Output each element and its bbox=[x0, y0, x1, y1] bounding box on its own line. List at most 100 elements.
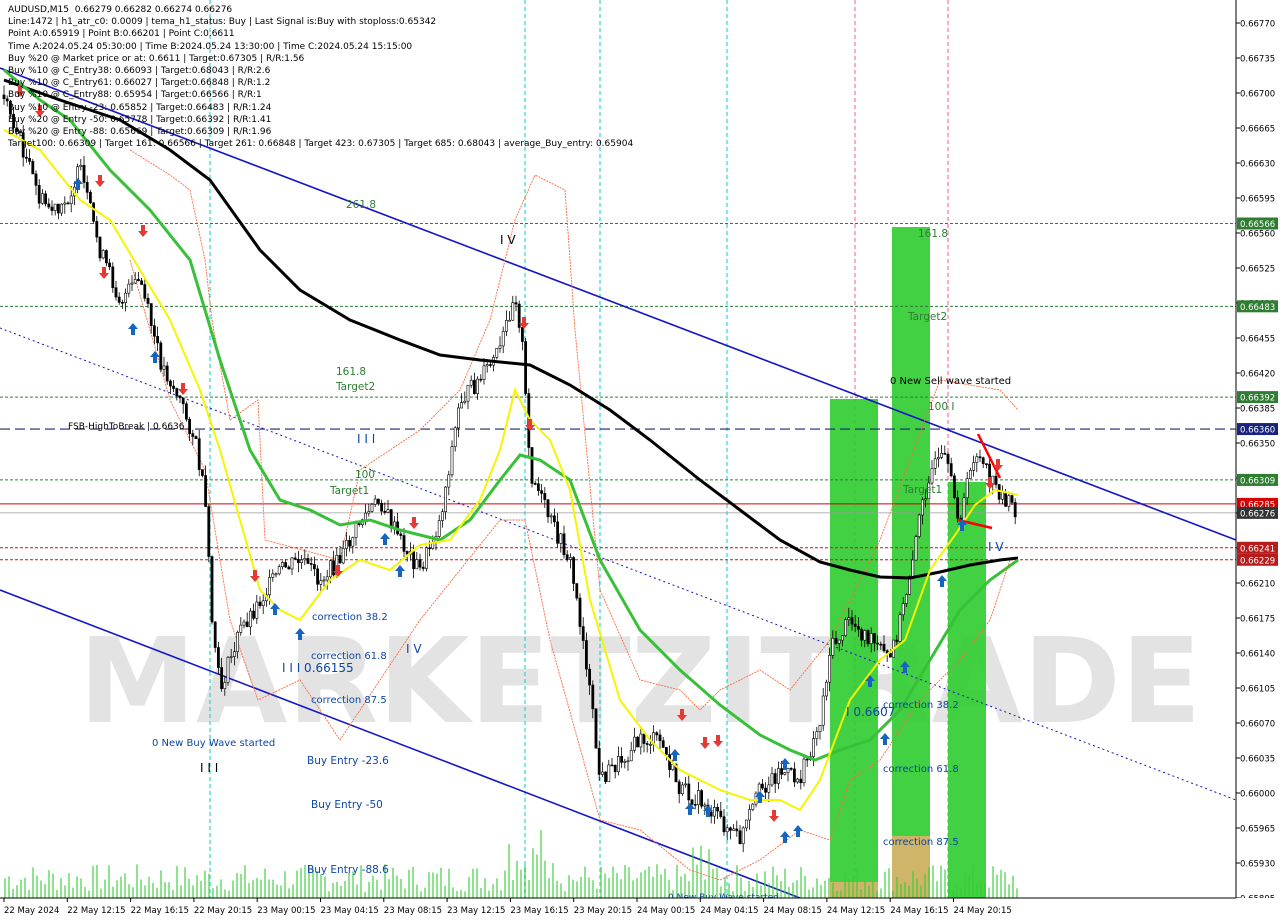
candle-body bbox=[610, 764, 614, 767]
candle-body bbox=[760, 783, 764, 789]
candle-body bbox=[485, 364, 489, 367]
candle-body bbox=[85, 182, 89, 193]
candle-body bbox=[575, 583, 579, 599]
candle-body bbox=[124, 292, 128, 303]
candle-body bbox=[764, 787, 768, 793]
candle-body bbox=[1000, 491, 1004, 500]
candle-body bbox=[220, 667, 224, 689]
volume-bar bbox=[228, 890, 230, 898]
candle-body bbox=[860, 629, 864, 641]
volume-bar bbox=[244, 865, 246, 898]
candle-body bbox=[185, 403, 188, 420]
candle-body bbox=[95, 220, 99, 238]
volume-bar bbox=[884, 871, 886, 898]
candle-body bbox=[690, 799, 694, 805]
info-line: AUDUSD,M15 0.66279 0.66282 0.66274 0.662… bbox=[8, 5, 233, 15]
volume-bar bbox=[512, 879, 514, 898]
volume-bar bbox=[348, 872, 350, 898]
candle-body bbox=[946, 453, 950, 464]
chart-label: Buy Entry -88.6 bbox=[307, 864, 389, 876]
candle-body bbox=[546, 499, 550, 518]
volume-bar bbox=[4, 878, 6, 898]
candle-body bbox=[287, 566, 291, 570]
signal-zone bbox=[892, 227, 930, 898]
volume-bar bbox=[136, 864, 138, 898]
candle-body bbox=[249, 610, 252, 628]
volume-bar bbox=[192, 885, 194, 898]
candle-body bbox=[421, 566, 425, 569]
candle-body bbox=[623, 761, 627, 763]
volume-bar bbox=[664, 868, 666, 898]
candle-body bbox=[642, 733, 646, 744]
volume-bar bbox=[460, 889, 462, 898]
candle-body bbox=[242, 621, 246, 626]
volume-bar bbox=[876, 891, 878, 898]
candle-body bbox=[226, 656, 230, 683]
candle-body bbox=[607, 764, 611, 783]
candle-body bbox=[210, 556, 214, 623]
x-tick-label: 24 May 04:15 bbox=[700, 906, 758, 916]
volume-bar bbox=[1012, 875, 1014, 898]
volume-bar bbox=[624, 864, 626, 898]
candle-body bbox=[1004, 491, 1008, 507]
volume-bar bbox=[164, 882, 166, 898]
candle-body bbox=[277, 566, 281, 575]
volume-bar bbox=[464, 891, 466, 898]
volume-bar bbox=[656, 864, 658, 898]
volume-bar bbox=[932, 865, 934, 898]
candle-body bbox=[456, 407, 460, 429]
candle-body bbox=[40, 193, 44, 204]
candle-body bbox=[677, 781, 681, 795]
volume-bar bbox=[424, 887, 426, 898]
volume-bar bbox=[700, 845, 702, 898]
x-tick-label: 22 May 20:15 bbox=[194, 906, 252, 916]
volume-bar bbox=[412, 866, 414, 898]
candle-body bbox=[776, 768, 780, 784]
volume-bar bbox=[160, 870, 162, 898]
volume-bar bbox=[280, 885, 282, 898]
candle-body bbox=[901, 603, 905, 616]
x-tick-label: 24 May 16:15 bbox=[890, 906, 948, 916]
volume-bar bbox=[516, 860, 518, 898]
candle-body bbox=[876, 642, 880, 645]
candle-body bbox=[956, 497, 960, 519]
volume-bar bbox=[616, 873, 618, 898]
candle-body bbox=[239, 624, 243, 633]
candle-body bbox=[636, 736, 640, 748]
candle-body bbox=[69, 195, 73, 205]
volume-bar bbox=[520, 869, 522, 898]
volume-bar bbox=[660, 874, 662, 898]
info-line: Buy %10 @ C_Entry61: 0.66027 | Target:0.… bbox=[8, 78, 271, 89]
volume-bar bbox=[52, 873, 54, 898]
y-tick-label: 0.66525 bbox=[1240, 265, 1275, 275]
candle-body bbox=[165, 365, 169, 382]
volume-bar bbox=[880, 888, 882, 898]
candle-body bbox=[476, 378, 480, 395]
candle-body bbox=[79, 165, 83, 168]
candle-body bbox=[223, 682, 227, 689]
candle-body bbox=[933, 458, 937, 469]
volume-bar bbox=[440, 867, 442, 898]
volume-bar bbox=[484, 878, 486, 898]
volume-bar bbox=[428, 872, 430, 898]
candle-body bbox=[834, 638, 838, 644]
candle-body bbox=[572, 557, 576, 584]
volume-bar bbox=[796, 880, 798, 898]
volume-bar bbox=[76, 876, 78, 898]
candle-body bbox=[629, 749, 633, 762]
candle-body bbox=[565, 554, 569, 560]
x-tick-label: 24 May 00:15 bbox=[637, 906, 695, 916]
volume-bar bbox=[536, 854, 538, 898]
candle-body bbox=[815, 731, 819, 739]
candle-body bbox=[508, 319, 512, 322]
candle-body bbox=[444, 486, 448, 513]
candle-body bbox=[504, 320, 508, 332]
volume-bar bbox=[780, 880, 782, 898]
candle-body bbox=[181, 397, 185, 405]
volume-bar bbox=[420, 891, 422, 898]
candle-body bbox=[709, 811, 713, 817]
volume-bar bbox=[972, 864, 974, 898]
price-tag-label: 0.66241 bbox=[1240, 544, 1275, 554]
candle-body bbox=[568, 557, 572, 560]
volume-bar bbox=[820, 884, 822, 898]
